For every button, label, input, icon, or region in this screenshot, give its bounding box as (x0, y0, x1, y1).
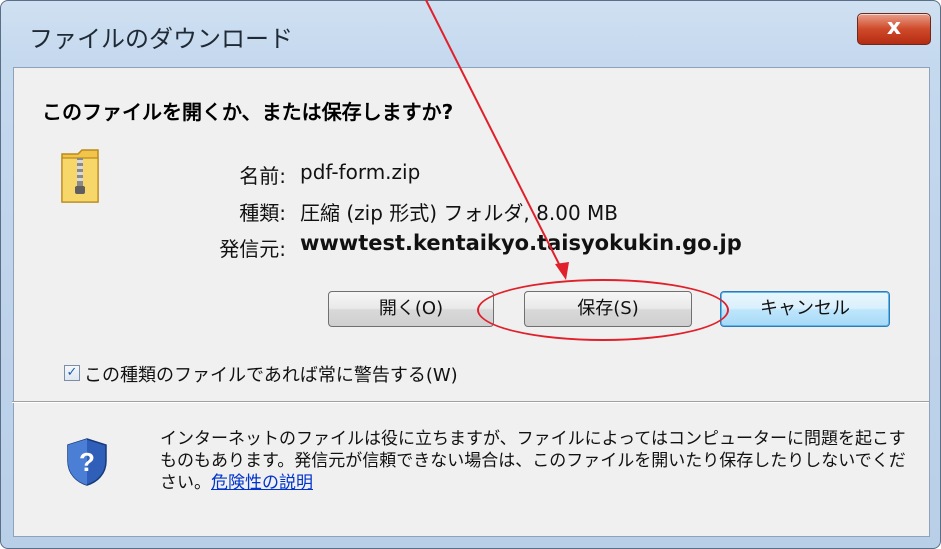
open-button[interactable]: 開く(O) (328, 291, 494, 327)
window-title: ファイルのダウンロード (29, 25, 293, 53)
shield-question-icon: ? (67, 438, 107, 486)
source-label: 発信元: (219, 237, 286, 261)
title-bar[interactable]: ファイルのダウンロード x (1, 1, 940, 71)
svg-text:?: ? (79, 447, 95, 477)
save-highlight-ellipse (477, 279, 729, 341)
zip-folder-icon (61, 149, 99, 203)
risk-explanation-link[interactable]: 危険性の説明 (211, 473, 313, 493)
source-value: wwwtest.kentaikyo.taisyokukin.go.jp (300, 231, 742, 255)
close-icon: x (886, 15, 902, 40)
type-label: 種類: (239, 201, 286, 225)
name-label: 名前: (239, 164, 286, 188)
file-name-value: pdf-form.zip (300, 160, 421, 184)
divider (12, 401, 929, 403)
close-button[interactable]: x (857, 13, 931, 45)
check-mark-icon: ✓ (66, 365, 78, 380)
always-warn-checkbox[interactable]: ✓ (64, 365, 80, 381)
cancel-button[interactable]: キャンセル (720, 291, 890, 327)
always-warn-label[interactable]: この種類のファイルであれば常に警告する(W) (84, 361, 458, 387)
warning-message: インターネットのファイルは役に立ちますが、ファイルによってはコンピューターに問題… (160, 428, 920, 494)
dialog-heading: このファイルを開くか、または保存しますか? (42, 100, 454, 124)
file-type-value: 圧縮 (zip 形式) フォルダ, 8.00 MB (300, 201, 619, 225)
